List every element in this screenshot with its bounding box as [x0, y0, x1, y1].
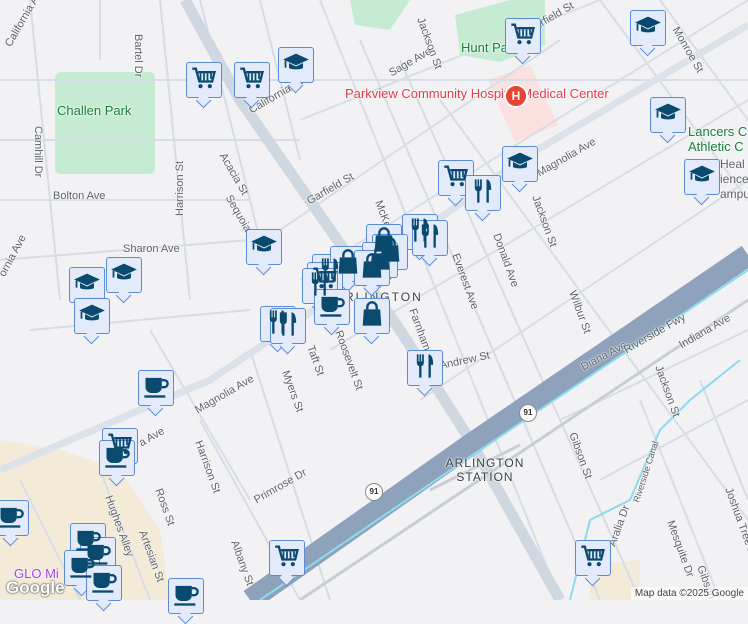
coffee-marker[interactable]	[168, 578, 204, 614]
cart-marker[interactable]	[186, 62, 222, 98]
route-shield: 91	[365, 483, 383, 501]
food-marker[interactable]	[407, 350, 443, 386]
school-marker[interactable]	[502, 146, 538, 182]
coffee-cup-icon	[90, 567, 118, 600]
shopping-cart-icon	[273, 542, 301, 575]
coffee-cup-icon	[0, 502, 25, 535]
food-marker[interactable]	[270, 308, 306, 344]
coffee-marker[interactable]	[99, 440, 135, 476]
shop-marker[interactable]	[354, 298, 390, 334]
graduation-cap-icon	[688, 161, 716, 194]
graduation-cap-icon	[73, 269, 101, 302]
food-marker[interactable]	[412, 220, 448, 256]
school-marker[interactable]	[74, 298, 110, 334]
coffee-cup-icon	[172, 580, 200, 613]
challen-park-area	[55, 72, 155, 174]
street-label: Sharon Ave	[123, 243, 180, 255]
route-shield: 91	[519, 404, 537, 422]
shopping-bag-icon	[358, 300, 386, 333]
coffee-marker[interactable]	[0, 500, 29, 536]
shopping-cart-icon	[509, 20, 537, 53]
school-marker[interactable]	[650, 97, 686, 133]
graduation-cap-icon	[282, 49, 310, 82]
shop-marker[interactable]	[354, 250, 390, 286]
place-label: Heal ience ampu	[720, 157, 748, 201]
shopping-bag-icon	[358, 252, 386, 285]
school-marker[interactable]	[684, 159, 720, 195]
restaurant-icon	[274, 310, 302, 343]
coffee-marker[interactable]	[314, 289, 350, 325]
street-label: Bolton Ave	[53, 190, 106, 202]
street-label: Harrison St	[174, 160, 186, 216]
cart-marker[interactable]	[269, 540, 305, 576]
map-attribution[interactable]: Map data ©2025 Google	[630, 587, 748, 600]
graduation-cap-icon	[110, 259, 138, 292]
school-marker[interactable]	[246, 229, 282, 265]
cart-marker[interactable]	[234, 62, 270, 98]
school-marker[interactable]	[630, 10, 666, 46]
shopping-cart-icon	[579, 542, 607, 575]
shopping-cart-icon	[190, 64, 218, 97]
graduation-cap-icon	[78, 300, 106, 333]
coffee-marker[interactable]	[138, 370, 174, 406]
graduation-cap-icon	[634, 12, 662, 45]
school-marker[interactable]	[106, 257, 142, 293]
coffee-cup-icon	[142, 372, 170, 405]
coffee-cup-icon	[103, 442, 131, 475]
coffee-marker[interactable]	[86, 565, 122, 601]
food-marker[interactable]	[465, 175, 501, 211]
graduation-cap-icon	[654, 99, 682, 132]
school-marker[interactable]	[278, 47, 314, 83]
restaurant-icon	[416, 222, 444, 255]
cart-marker[interactable]	[575, 540, 611, 576]
hospital-label: Parkview Community Hospital Medical Cent…	[345, 86, 609, 101]
station-label: ARLINGTON STATION	[445, 456, 525, 484]
street-label: Bartel Dr	[132, 34, 144, 78]
park-label: Challen Park	[57, 103, 132, 118]
cart-marker[interactable]	[505, 18, 541, 54]
google-logo[interactable]: Google	[6, 578, 65, 598]
street-label: Camhill Dr	[32, 126, 44, 178]
restaurant-icon	[411, 352, 439, 385]
graduation-cap-icon	[506, 148, 534, 181]
coffee-cup-icon	[318, 291, 346, 324]
hospital-icon[interactable]: H	[504, 84, 528, 108]
graduation-cap-icon	[250, 231, 278, 264]
restaurant-icon	[469, 177, 497, 210]
shopping-cart-icon	[238, 64, 266, 97]
park-label: Lancers C Athletic C	[688, 124, 748, 154]
